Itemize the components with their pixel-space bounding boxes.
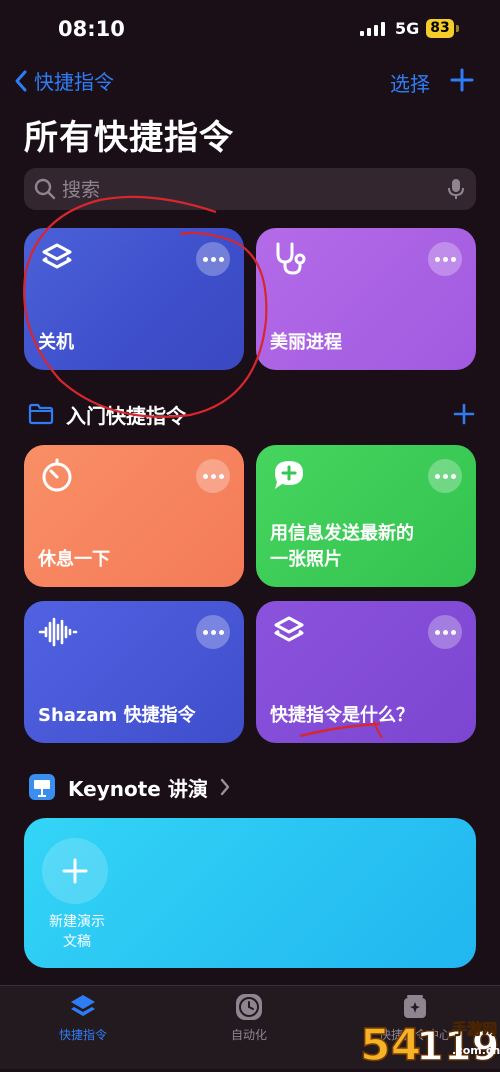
shortcut-label: Shazam 快捷指令	[38, 705, 196, 726]
battery-tip	[456, 25, 459, 32]
layers-icon	[274, 616, 304, 642]
shortcut-label-line-2: 文稿	[63, 934, 91, 950]
layers-icon	[42, 243, 72, 269]
waveform-icon	[38, 617, 78, 647]
tab-label: 快捷指令	[58, 1028, 107, 1042]
plus-icon[interactable]	[452, 402, 476, 426]
search-icon	[34, 178, 56, 200]
network-type: 5G	[395, 19, 420, 38]
shortcut-card-new-presentation[interactable]: 新建演示 文稿	[24, 818, 476, 968]
message-plus-icon	[275, 461, 303, 489]
svg-text:54: 54	[360, 1020, 421, 1068]
tab-automation[interactable]: 自动化	[194, 992, 304, 1043]
tab-shortcuts[interactable]: 快捷指令	[28, 992, 138, 1043]
timer-icon	[42, 458, 72, 492]
more-button[interactable]	[428, 459, 462, 493]
layers-icon	[71, 995, 95, 1016]
microphone-icon[interactable]	[448, 178, 464, 200]
svg-text:.com.cn: .com.cn	[452, 1044, 500, 1057]
site-watermark: 54 119 手游网 .com.cn	[359, 1010, 500, 1072]
section-header-keynote[interactable]: Keynote 讲演	[28, 772, 230, 802]
more-button[interactable]	[428, 242, 462, 276]
stethoscope-icon	[276, 242, 306, 275]
status-time: 08:10	[58, 17, 125, 41]
shortcut-label-line-1: 用信息发送最新的	[270, 523, 414, 544]
tab-label: 自动化	[230, 1028, 267, 1042]
search-bar[interactable]	[24, 168, 476, 210]
shortcut-card-what-is-shortcuts[interactable]: 快捷指令是什么？	[256, 601, 476, 743]
shortcut-label: 新建演示 文稿	[34, 912, 120, 952]
more-button[interactable]	[428, 615, 462, 649]
svg-text:手游网: 手游网	[452, 1020, 497, 1038]
shortcut-label: 用信息发送最新的 一张照片	[270, 521, 462, 573]
shortcut-label-line-1: 新建演示	[49, 914, 105, 930]
signal-icon	[360, 22, 385, 36]
status-bar: 08:10 5G 83	[0, 0, 500, 62]
add-shortcut-button[interactable]	[448, 64, 476, 96]
shortcut-card-send-latest-photo[interactable]: 用信息发送最新的 一张照片	[256, 445, 476, 587]
section-title: 入门快捷指令	[66, 403, 186, 428]
search-input[interactable]	[60, 174, 444, 206]
keynote-app-icon	[29, 774, 55, 800]
more-button[interactable]	[196, 459, 230, 493]
shortcut-card-beauty-progress[interactable]: 美丽进程	[256, 228, 476, 370]
add-circle	[42, 838, 108, 904]
shortcut-card-shutdown[interactable]: 关机	[24, 228, 244, 370]
back-button[interactable]: 快捷指令	[14, 66, 114, 95]
site-logo: 54 119 手游网 .com.cn	[359, 1019, 500, 1072]
section-title: Keynote 讲演	[68, 776, 208, 801]
page-title: 所有快捷指令	[24, 118, 234, 158]
more-button[interactable]	[196, 242, 230, 276]
chevron-left-icon	[15, 70, 27, 91]
more-button[interactable]	[196, 615, 230, 649]
shortcut-label: 快捷指令是什么？	[270, 705, 414, 726]
shortcut-label: 关机	[38, 332, 74, 353]
shortcut-label: 美丽进程	[270, 332, 342, 353]
back-label: 快捷指令	[34, 70, 114, 94]
shortcut-label: 休息一下	[38, 549, 110, 570]
plus-icon	[62, 858, 88, 884]
section-header-starter[interactable]: 入门快捷指令	[28, 400, 478, 428]
shortcut-card-take-a-break[interactable]: 休息一下	[24, 445, 244, 587]
folder-icon	[28, 403, 54, 425]
shortcut-label-line-2: 一张照片	[270, 549, 342, 570]
battery-icon: 83	[426, 19, 454, 38]
shortcut-card-shazam[interactable]: Shazam 快捷指令	[24, 601, 244, 743]
chevron-right-icon	[220, 778, 230, 796]
clock-icon	[236, 994, 262, 1020]
plus-icon	[450, 68, 474, 92]
select-button[interactable]: 选择	[390, 68, 430, 97]
